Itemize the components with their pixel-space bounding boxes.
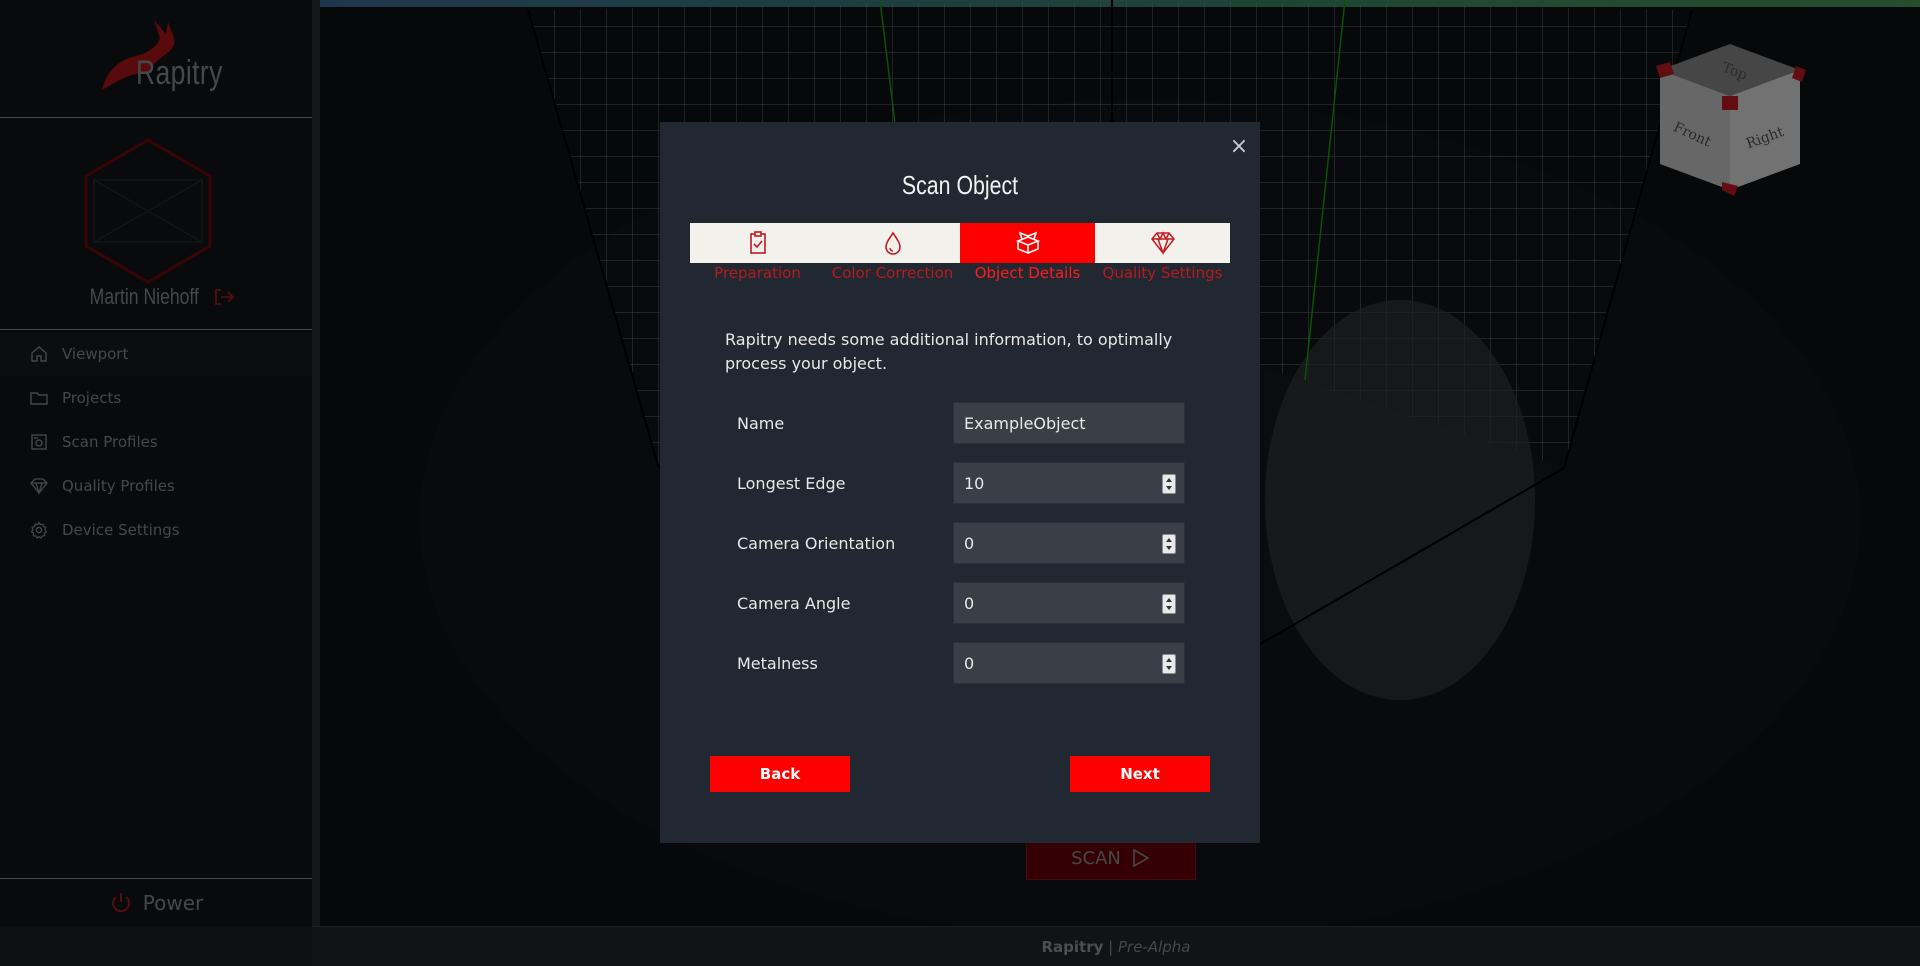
camera-angle-input[interactable]: 0 (953, 582, 1185, 624)
step-preparation[interactable] (690, 223, 825, 263)
field-value: 0 (964, 653, 975, 673)
droplet-icon (884, 231, 901, 255)
step-label[interactable]: Quality Settings (1095, 264, 1230, 282)
back-button[interactable]: Back (710, 756, 850, 792)
intro-text: Rapitry needs some additional informatio… (725, 330, 1173, 373)
name-input[interactable]: ExampleObject (953, 402, 1185, 444)
field-label: Camera Angle (737, 593, 851, 613)
metalness-input[interactable]: 0 (953, 642, 1185, 684)
field-label: Metalness (737, 653, 818, 673)
diamond-icon (1150, 231, 1175, 256)
clipboard-check-icon (749, 231, 766, 254)
field-label: Camera Orientation (737, 533, 896, 553)
number-spinner[interactable] (1162, 534, 1176, 554)
close-icon[interactable]: × (1228, 136, 1250, 158)
field-value: 10 (964, 473, 985, 493)
step-color-correction[interactable] (825, 223, 960, 263)
number-spinner[interactable] (1162, 594, 1176, 614)
step-quality-settings[interactable] (1095, 223, 1230, 263)
field-label: Longest Edge (737, 473, 846, 493)
step-object-details[interactable] (960, 223, 1095, 263)
step-label[interactable]: Object Details (960, 264, 1095, 282)
dialog-title: Scan Object (901, 170, 1019, 200)
form-row-camera-angle: Camera Angle 0 (737, 582, 1197, 624)
form-row-camera-orientation: Camera Orientation 0 (737, 522, 1197, 564)
form-row-metalness: Metalness 0 (737, 642, 1197, 684)
wizard-step-labels: Preparation Color Correction Object Deta… (690, 264, 1230, 282)
boxes-icon (1015, 231, 1040, 255)
step-label[interactable]: Preparation (690, 264, 825, 282)
wizard-steps (690, 223, 1230, 263)
longest-edge-input[interactable]: 10 (953, 462, 1185, 504)
field-label: Name (737, 413, 785, 433)
number-spinner[interactable] (1162, 474, 1176, 494)
form-row-longest-edge: Longest Edge 10 (737, 462, 1197, 504)
field-value: 0 (964, 533, 975, 553)
form-row-name: Name ExampleObject (737, 402, 1197, 444)
number-spinner[interactable] (1162, 654, 1176, 674)
field-value: 0 (964, 593, 975, 613)
step-label[interactable]: Color Correction (825, 264, 960, 282)
scan-object-dialog: × Scan Object Preparation Color Correcti… (660, 122, 1260, 843)
next-button[interactable]: Next (1070, 756, 1210, 792)
camera-orientation-input[interactable]: 0 (953, 522, 1185, 564)
field-value: ExampleObject (964, 413, 1086, 433)
